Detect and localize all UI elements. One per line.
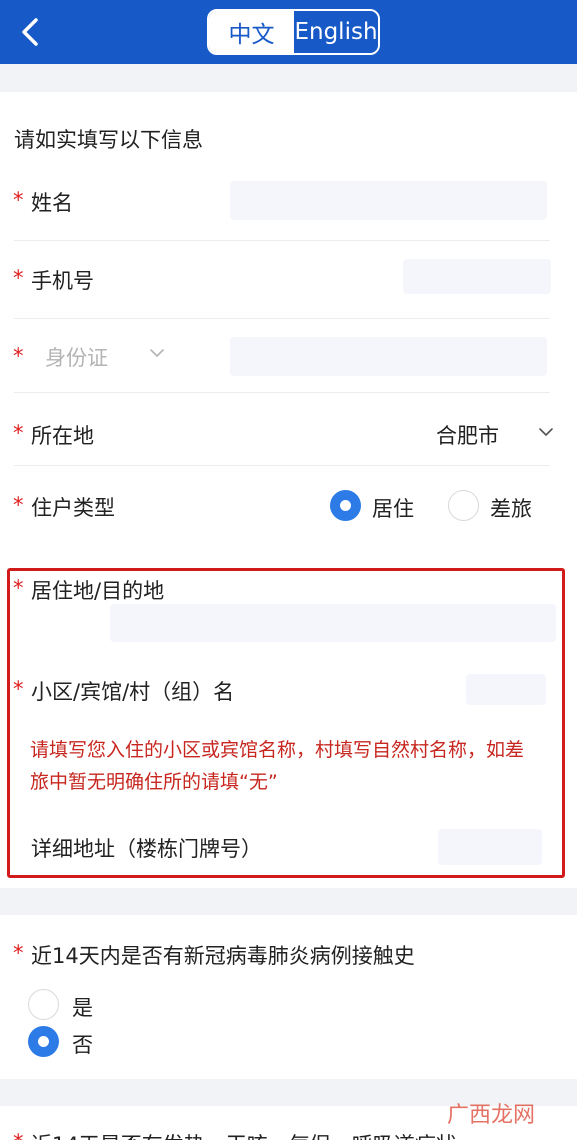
symptom-question: 近14天是否有发热、干咳、气促、呼吸道症状 (31, 1129, 457, 1140)
location-select[interactable]: 合肥市 (436, 420, 499, 450)
divider (14, 465, 550, 466)
top-bar: 中文 English (0, 0, 577, 64)
contact-question: 近14天内是否有新冠病毒肺炎病例接触史 (31, 944, 415, 968)
required-mark: * (13, 344, 24, 368)
language-switch: 中文 English (207, 9, 380, 55)
phone-input[interactable] (403, 259, 551, 294)
back-arrow-icon[interactable] (14, 12, 50, 52)
radio-label-live: 居住 (372, 497, 414, 521)
radio-label-yes: 是 (72, 996, 93, 1020)
chevron-down-icon[interactable] (148, 344, 166, 362)
chevron-down-icon[interactable] (538, 424, 554, 440)
divider (14, 392, 550, 393)
radio-resident-travel[interactable] (448, 490, 479, 521)
radio-label-no: 否 (72, 1033, 93, 1057)
language-english-tab[interactable]: English (294, 11, 378, 53)
form-intro: 请如实填写以下信息 (14, 128, 203, 152)
community-label: 小区/宾馆/村（组）名 (31, 680, 235, 704)
location-label: 所在地 (31, 424, 94, 448)
community-hint: 请填写您入住的小区或宾馆名称，村填写自然村名称，如差旅中暂无明确住所的请填“无” (30, 739, 525, 793)
resident-type-label: 住户类型 (31, 496, 115, 520)
required-mark: * (13, 677, 24, 701)
address-label: 详细地址（楼栋门牌号） (31, 837, 262, 861)
divider (14, 318, 550, 319)
destination-label: 居住地/目的地 (31, 579, 165, 603)
phone-label: 手机号 (31, 269, 94, 293)
required-mark: * (13, 1130, 24, 1140)
radio-contact-yes[interactable] (28, 989, 59, 1020)
id-number-input[interactable] (230, 337, 547, 376)
destination-input[interactable] (110, 604, 556, 642)
required-mark: * (13, 266, 24, 290)
required-mark: * (13, 941, 24, 965)
address-input[interactable] (438, 829, 542, 865)
watermark: 广西龙网 (447, 1103, 536, 1128)
name-label: 姓名 (31, 191, 73, 215)
radio-contact-no[interactable] (28, 1026, 59, 1057)
required-mark: * (13, 421, 24, 445)
required-mark: * (13, 493, 24, 517)
id-type-select[interactable]: 身份证 (45, 342, 108, 372)
required-mark: * (13, 188, 24, 212)
divider (14, 240, 550, 241)
radio-label-travel: 差旅 (490, 497, 532, 521)
required-mark: * (13, 576, 24, 600)
language-chinese-tab[interactable]: 中文 (209, 11, 294, 53)
name-input[interactable] (230, 181, 547, 220)
radio-resident-live[interactable] (330, 490, 361, 521)
community-input[interactable] (466, 674, 546, 705)
